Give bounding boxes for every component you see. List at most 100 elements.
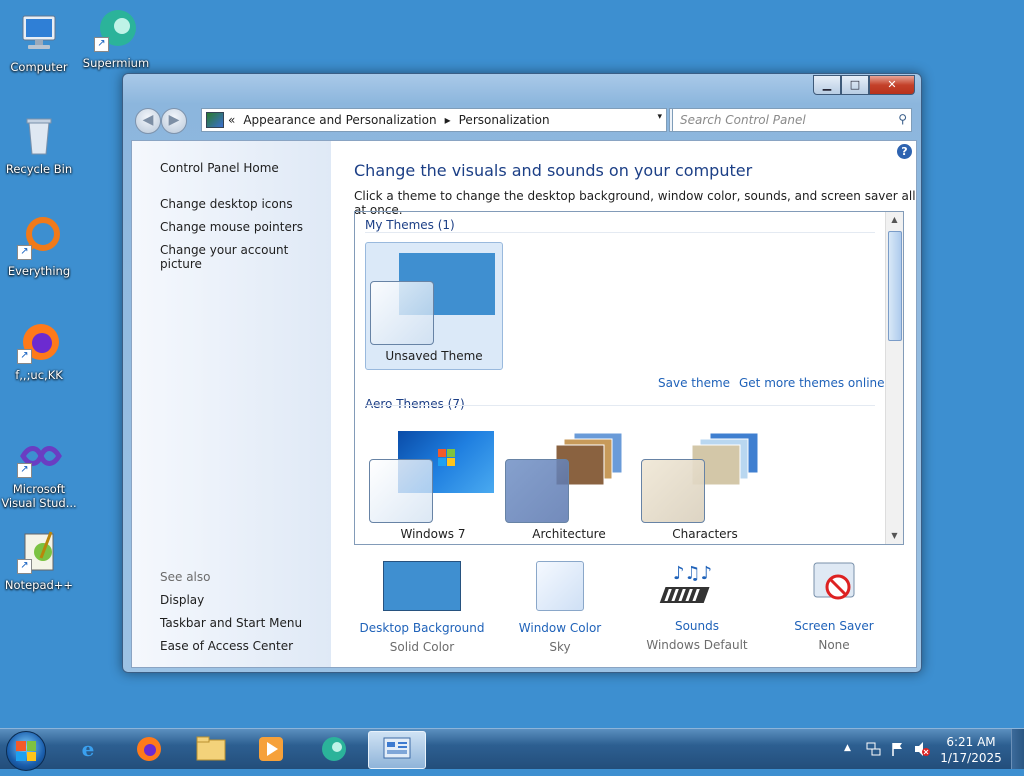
sounds-option[interactable]: ♪♫♪ Sounds Windows Default (629, 561, 765, 652)
desktop-icon-firefox[interactable]: ↗ f,,;uc,KK (1, 318, 77, 382)
maximize-button[interactable]: □ (841, 75, 869, 95)
navigation-bar: ◀ ▶ « Appearance and Personalization ▸ P… (131, 107, 913, 134)
screen-saver-option[interactable]: Screen Saver None (766, 561, 902, 652)
save-theme-link[interactable]: Save theme (658, 376, 730, 390)
visual-studio-icon: ↗ (15, 432, 63, 480)
option-title[interactable]: Sounds (629, 619, 765, 633)
taskbar-start-menu-link[interactable]: Taskbar and Start Menu (160, 616, 302, 630)
theme-list[interactable]: My Themes (1) Unsaved Theme Save theme G… (354, 211, 904, 545)
display-link[interactable]: Display (160, 593, 204, 607)
volume-muted-icon[interactable] (914, 741, 930, 761)
folder-icon (196, 736, 226, 761)
show-desktop-button[interactable] (1011, 729, 1024, 769)
start-button[interactable] (6, 731, 46, 771)
network-icon[interactable] (866, 741, 882, 761)
theme-name: Windows 7 (400, 527, 466, 541)
show-hidden-icons-button[interactable]: ▲ (844, 743, 851, 753)
theme-characters[interactable]: Characters (637, 421, 773, 544)
change-account-picture-link[interactable]: Change your account picture (160, 243, 331, 271)
address-bar[interactable]: « Appearance and Personalization ▸ Perso… (201, 108, 667, 132)
see-also-label: See also (160, 570, 211, 584)
back-button[interactable]: ◀ (135, 108, 161, 134)
window-controls: ▁ □ ✕ (813, 75, 915, 95)
breadcrumb-separator[interactable]: ▸ (445, 113, 451, 127)
scroll-up-button[interactable]: ▲ (886, 212, 903, 228)
clock-date: 1/17/2025 (940, 751, 1002, 765)
taskbar-firefox[interactable] (121, 731, 177, 767)
control-panel-home-link[interactable]: Control Panel Home (160, 161, 279, 175)
close-button[interactable]: ✕ (869, 75, 915, 95)
recycle-bin-icon (15, 112, 63, 160)
change-desktop-icons-link[interactable]: Change desktop icons (160, 197, 293, 211)
supermium-icon (322, 737, 346, 761)
scroll-down-button[interactable]: ▼ (886, 528, 903, 544)
option-title[interactable]: Desktop Background (354, 621, 490, 635)
control-panel-icon (206, 112, 224, 128)
clock[interactable]: 6:21 AM 1/17/2025 (936, 734, 1006, 766)
get-more-themes-link[interactable]: Get more themes online (739, 376, 885, 390)
minimize-button[interactable]: ▁ (813, 75, 841, 95)
theme-name: Characters (672, 527, 738, 541)
theme-window-preview (505, 459, 569, 523)
desktop-icon-everything[interactable]: ↗ Everything (1, 214, 77, 278)
svg-text:♪♫♪: ♪♫♪ (673, 563, 712, 584)
theme-options: Desktop Background Solid Color Window Co… (354, 561, 902, 661)
breadcrumb-overflow[interactable]: « (228, 113, 235, 127)
theme-unsaved[interactable]: Unsaved Theme (365, 242, 503, 370)
option-title[interactable]: Window Color (492, 621, 628, 635)
shortcut-arrow-icon: ↗ (17, 463, 32, 478)
media-player-icon (259, 737, 283, 761)
option-title[interactable]: Screen Saver (766, 619, 902, 633)
window-color-option[interactable]: Window Color Sky (492, 561, 628, 654)
desktop-icon-label: Notepad++ (4, 578, 74, 592)
action-center-flag-icon[interactable] (890, 741, 906, 761)
personalization-window: ▁ □ ✕ ◀ ▶ « Appearance and Personalizati… (122, 73, 922, 673)
supermium-icon: ↗ (92, 6, 140, 54)
theme-windows-7[interactable]: Windows 7 (365, 421, 501, 544)
everything-icon: ↗ (15, 214, 63, 262)
taskbar-internet-explorer[interactable]: e (60, 731, 116, 767)
clock-time: 6:21 AM (946, 735, 996, 749)
taskbar: e ▲ 6:21 AM 1/17/2025 (0, 728, 1024, 771)
theme-architecture[interactable]: Architecture (501, 421, 637, 544)
firefox-icon: ↗ (15, 318, 63, 366)
taskbar-media-player[interactable] (243, 731, 299, 767)
shortcut-arrow-icon: ↗ (94, 37, 109, 52)
chevron-down-icon[interactable]: ▾ (657, 112, 662, 122)
windows-logo-icon (16, 741, 36, 761)
theme-name: Unsaved Theme (385, 349, 483, 363)
breadcrumb-personalization[interactable]: Personalization (459, 113, 550, 127)
forward-button[interactable]: ▶ (161, 108, 187, 134)
desktop-background-icon (383, 561, 461, 611)
change-mouse-pointers-link[interactable]: Change mouse pointers (160, 220, 303, 234)
taskbar-supermium[interactable] (306, 731, 362, 767)
breadcrumb-appearance[interactable]: Appearance and Personalization (243, 113, 436, 127)
search-icon[interactable]: ⚲ (898, 112, 907, 126)
divider (365, 405, 875, 406)
ease-of-access-link[interactable]: Ease of Access Center (160, 639, 293, 653)
desktop-icon-notepadpp[interactable]: ↗ Notepad++ (1, 528, 77, 592)
search-input[interactable]: Search Control Panel ⚲ (672, 108, 912, 132)
help-icon[interactable]: ? (897, 144, 912, 159)
search-placeholder: Search Control Panel (680, 113, 806, 127)
theme-list-scrollbar[interactable]: ▲ ▼ (885, 212, 903, 544)
window-color-icon (536, 561, 584, 611)
desktop-icon-label: Recycle Bin (5, 162, 73, 176)
theme-window-preview (370, 281, 434, 345)
sounds-icon: ♪♫♪ (659, 561, 735, 609)
desktop-icon-computer[interactable]: Computer (1, 10, 77, 74)
desktop-background-option[interactable]: Desktop Background Solid Color (354, 561, 490, 654)
scroll-thumb[interactable] (888, 231, 902, 341)
desktop-icon-recycle-bin[interactable]: Recycle Bin (1, 112, 77, 176)
desktop-icon-supermium[interactable]: ↗ Supermium (78, 6, 154, 70)
page-title: Change the visuals and sounds on your co… (354, 161, 753, 180)
desktop-icon-label: Computer (10, 60, 68, 74)
desktop-icon-label: f,,;uc,KK (15, 368, 63, 382)
desktop-icon-visual-studio[interactable]: ↗ Microsoft Visual Stud... (1, 432, 77, 510)
my-themes-header: My Themes (1) (365, 218, 455, 232)
taskbar-control-panel[interactable] (368, 731, 426, 769)
notepadpp-icon: ↗ (15, 528, 63, 576)
task-pane: Control Panel Home Change desktop icons … (132, 141, 331, 667)
taskbar-explorer[interactable] (183, 731, 239, 767)
shortcut-arrow-icon: ↗ (17, 559, 32, 574)
